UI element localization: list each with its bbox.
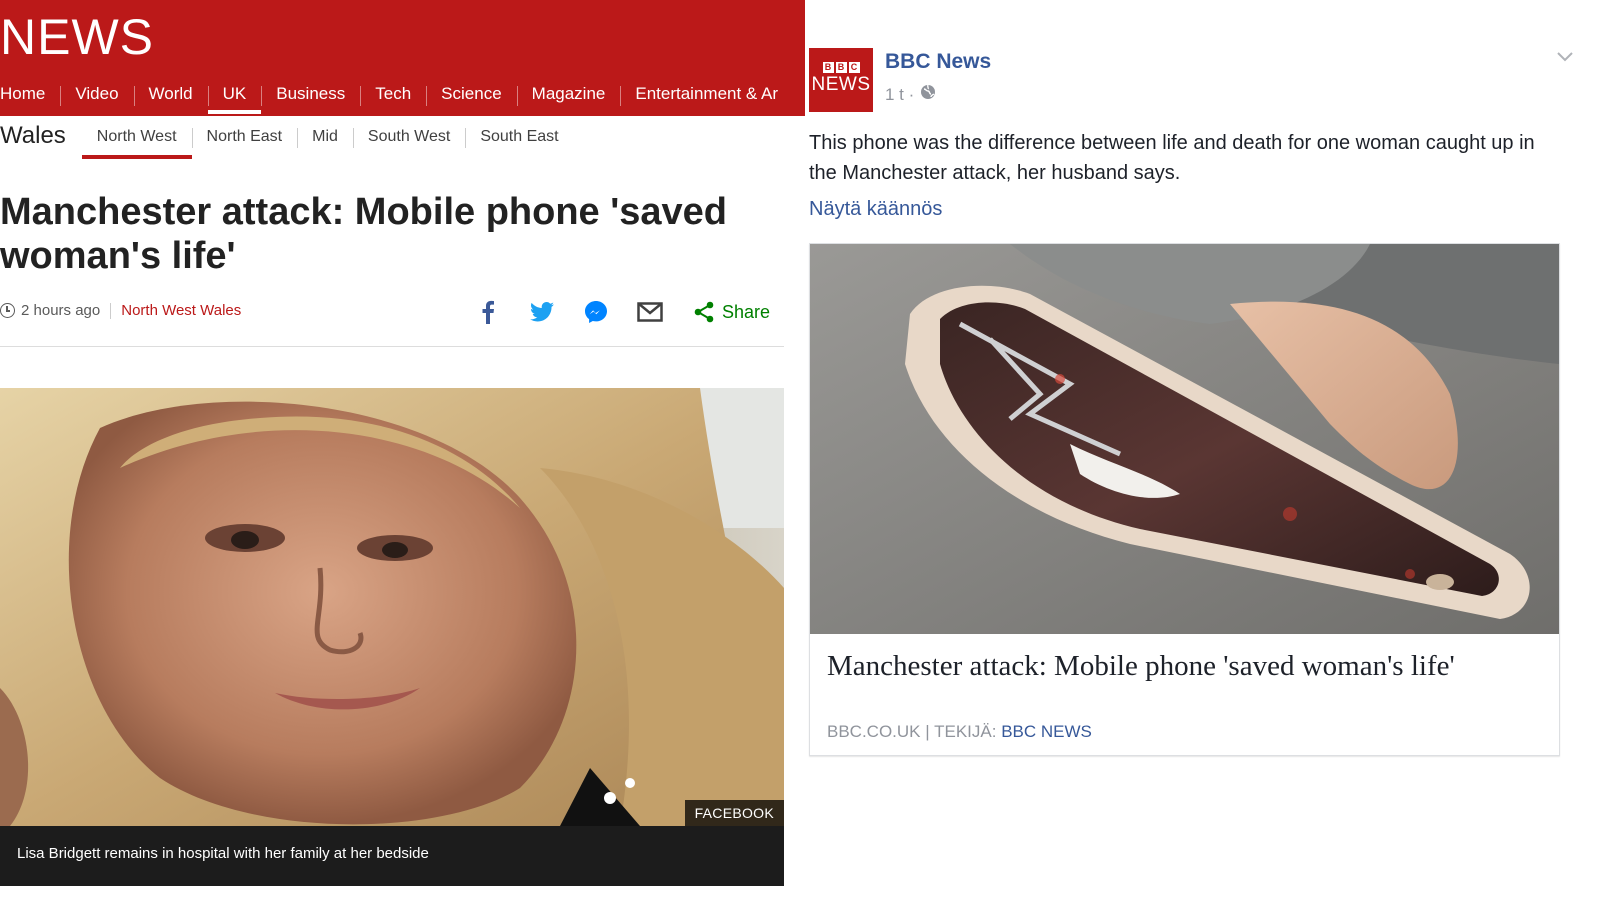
- avatar-block-c: C: [848, 62, 860, 73]
- subnav-item-south-west[interactable]: South West: [352, 120, 465, 157]
- share-label: Share: [722, 301, 771, 322]
- subnav-item-north-east[interactable]: North East: [191, 120, 298, 157]
- messenger-share-icon[interactable]: [582, 298, 610, 326]
- nav-item-world[interactable]: World: [133, 74, 208, 114]
- photo-credit: FACEBOOK: [684, 800, 784, 826]
- facebook-post-panel: B B C NEWS BBC News 1 t · This phone was…: [805, 0, 1600, 900]
- card-photo: [810, 244, 1559, 634]
- article-meta: 2 hours ago North West Wales: [0, 302, 241, 319]
- nav-item-uk[interactable]: UK: [207, 74, 262, 114]
- see-translation-link[interactable]: Näytä käännös: [809, 198, 942, 221]
- bbc-main-nav: Home Video World UK Business Tech Scienc…: [0, 74, 793, 114]
- article-headline: Manchester attack: Mobile phone 'saved w…: [0, 191, 728, 277]
- twitter-share-icon[interactable]: [528, 298, 556, 326]
- nav-item-magazine[interactable]: Magazine: [516, 74, 621, 114]
- header-divider: [0, 346, 784, 347]
- wales-subnav: Wales North West North East Mid South We…: [0, 120, 574, 160]
- avatar-block-b1: B: [822, 62, 834, 73]
- post-timestamp[interactable]: 1 t ·: [885, 84, 936, 105]
- subnav-item-south-east[interactable]: South East: [465, 120, 573, 157]
- post-options-chevron-icon[interactable]: [1556, 50, 1574, 68]
- bbc-blocks-logo: B B C: [809, 62, 873, 73]
- post-text: This phone was the difference between li…: [809, 132, 1535, 184]
- meta-divider: [110, 302, 112, 319]
- share-bar: Share: [474, 298, 770, 326]
- avatar-block-b2: B: [835, 62, 847, 73]
- page-name-link[interactable]: BBC News: [885, 50, 991, 74]
- bbc-article-panel: NEWS Home Video World UK Business Tech S…: [0, 0, 805, 900]
- nav-item-science[interactable]: Science: [426, 74, 516, 114]
- subnav-item-mid[interactable]: Mid: [297, 120, 353, 157]
- nav-item-business[interactable]: Business: [261, 74, 360, 114]
- bbc-news-logo[interactable]: NEWS: [0, 8, 154, 66]
- card-title[interactable]: Manchester attack: Mobile phone 'saved w…: [827, 650, 1547, 683]
- article-section-link[interactable]: North West Wales: [121, 302, 241, 319]
- woman-portrait-photo: [0, 388, 784, 826]
- photo-caption: Lisa Bridgett remains in hospital with h…: [0, 826, 784, 886]
- globe-icon: [920, 84, 936, 105]
- card-domain-line: BBC.CO.UK | TEKIJÄ: BBC NEWS: [827, 722, 1092, 742]
- card-separator: |: [925, 722, 935, 741]
- post-time-text: 1 t ·: [885, 84, 915, 104]
- card-by-label: TEKIJÄ:: [934, 722, 997, 741]
- article-main-photo: FACEBOOK: [0, 388, 784, 826]
- nav-item-video[interactable]: Video: [60, 74, 133, 114]
- subnav-title[interactable]: Wales: [0, 120, 82, 150]
- nav-item-home[interactable]: Home: [0, 74, 60, 114]
- nav-item-tech[interactable]: Tech: [360, 74, 426, 114]
- article-timestamp: 2 hours ago: [21, 302, 101, 319]
- damaged-phone-photo: [810, 244, 1559, 634]
- nav-item-entertainment[interactable]: Entertainment & Ar: [620, 74, 793, 114]
- facebook-share-icon[interactable]: [474, 298, 502, 326]
- bbc-masthead: NEWS Home Video World UK Business Tech S…: [0, 0, 805, 116]
- share-button[interactable]: Share: [690, 298, 770, 326]
- bbc-news-avatar[interactable]: B B C NEWS: [809, 48, 873, 112]
- card-author-link[interactable]: BBC NEWS: [1001, 722, 1092, 741]
- card-domain: BBC.CO.UK: [827, 722, 921, 741]
- avatar-news-text: NEWS: [811, 74, 871, 95]
- clock-icon: [0, 303, 15, 318]
- link-preview-card[interactable]: Manchester attack: Mobile phone 'saved w…: [809, 243, 1560, 756]
- subnav-item-north-west[interactable]: North West: [81, 120, 192, 159]
- share-network-icon: [690, 298, 718, 326]
- email-share-icon[interactable]: [636, 298, 664, 326]
